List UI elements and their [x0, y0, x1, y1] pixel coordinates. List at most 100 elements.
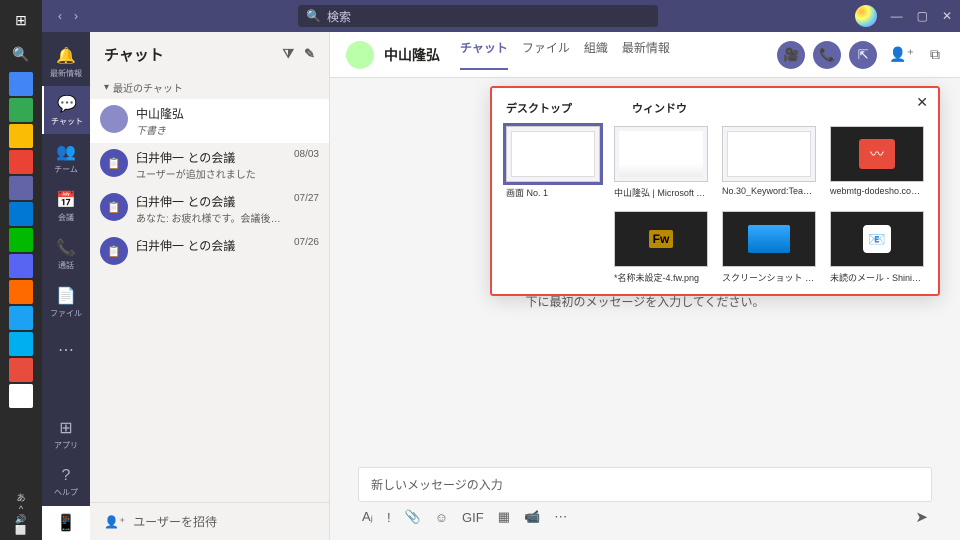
tab-files[interactable]: ファイル — [522, 39, 570, 70]
chevron-down-icon: ▾ — [104, 82, 109, 93]
teams-app: ‹ › 🔍 検索 — ▢ ✕ 🔔最新情報 💬チャット 👥チーム 📅会議 📞通話 … — [42, 0, 960, 540]
user-avatar[interactable] — [855, 5, 877, 27]
rail-chat[interactable]: 💬チャット — [42, 86, 90, 134]
taskbar-app[interactable] — [9, 228, 33, 252]
chat-icon: 💬 — [57, 94, 77, 114]
popup-close-button[interactable]: ✕ — [916, 94, 928, 111]
close-button[interactable]: ✕ — [942, 9, 952, 23]
compose-toolbar: Aⱼ ! 📎 ☺ GIF ▦ 📹 ⋯ ➤ — [358, 508, 932, 526]
share-tile-screen[interactable]: 画面 No. 1 — [506, 126, 600, 199]
apps-icon: ⊞ — [59, 418, 72, 438]
rail-activity[interactable]: 🔔最新情報 — [42, 38, 90, 86]
chat-list-title: チャット — [104, 44, 164, 65]
sticker-icon[interactable]: ▦ — [498, 509, 510, 525]
share-tile-window[interactable]: スクリーンショット (39).png - ... — [722, 211, 816, 284]
add-person-button[interactable]: 👤⁺ — [885, 46, 918, 63]
share-tile-window[interactable]: No.30_Keyword:Teams + ... — [722, 126, 816, 199]
screen-share-button[interactable]: ⇱ — [849, 41, 877, 69]
taskbar-app[interactable] — [9, 98, 33, 122]
gif-icon[interactable]: GIF — [462, 510, 484, 525]
taskbar-app[interactable] — [9, 306, 33, 330]
avatar: 📋 — [100, 193, 128, 221]
taskbar-app[interactable] — [9, 150, 33, 174]
chat-item[interactable]: 📋 臼井伸一 との会議 07/26 — [90, 231, 329, 271]
file-icon: 📄 — [56, 286, 76, 306]
search-box[interactable]: 🔍 検索 — [298, 5, 658, 27]
chat-item[interactable]: 📋 臼井伸一 との会議ユーザーが追加されました 08/03 — [90, 143, 329, 187]
share-tab-window[interactable]: ウィンドウ — [632, 100, 687, 116]
emoji-icon[interactable]: ☺ — [435, 510, 448, 525]
help-icon: ? — [62, 467, 71, 485]
popout-button[interactable]: ⧉ — [926, 46, 944, 63]
share-tile-window[interactable]: 中山隆弘 | Microsoft Tea... — [614, 126, 708, 199]
share-tile-window[interactable]: Fw *名称未設定-4.fw.png — [614, 211, 708, 284]
priority-icon[interactable]: ! — [387, 510, 391, 525]
compose-area: 新しいメッセージの入力 Aⱼ ! 📎 ☺ GIF ▦ 📹 ⋯ ➤ — [330, 457, 960, 540]
rail-calls[interactable]: 📞通話 — [42, 230, 90, 278]
chat-item[interactable]: 📋 臼井伸一 との会議あなた: お疲れ様です。会議後にファイルを共… 07/27 — [90, 187, 329, 231]
rail-calendar[interactable]: 📅会議 — [42, 182, 90, 230]
rail-files[interactable]: 📄ファイル — [42, 278, 90, 326]
rail-help[interactable]: ?ヘルプ — [42, 458, 90, 506]
search-icon: 🔍 — [306, 9, 321, 23]
attach-icon[interactable]: 📎 — [405, 509, 421, 525]
format-icon[interactable]: Aⱼ — [362, 509, 373, 525]
start-button[interactable]: ⊞ — [5, 4, 37, 36]
audio-call-button[interactable]: 📞 — [813, 41, 841, 69]
share-tile-window[interactable]: 〰 webmtg-dodesho.com - ... — [830, 126, 924, 199]
send-button[interactable]: ➤ — [915, 508, 928, 526]
chat-section-recent[interactable]: ▾最近のチャット — [90, 76, 329, 99]
device-icon: 📱 — [56, 513, 76, 533]
app-rail: 🔔最新情報 💬チャット 👥チーム 📅会議 📞通話 📄ファイル ⋯ ⊞アプリ ?ヘ… — [42, 32, 90, 540]
tab-activity[interactable]: 最新情報 — [622, 39, 670, 70]
taskbar-app[interactable] — [9, 280, 33, 304]
calendar-icon: 📅 — [56, 190, 76, 210]
contact-avatar[interactable] — [346, 41, 374, 69]
share-tile-window[interactable]: 📧 未読のメール - Shinichi Us... — [830, 211, 924, 284]
filter-icon[interactable]: ⧩ — [282, 46, 294, 62]
phone-icon: 📞 — [56, 238, 76, 258]
taskbar-app[interactable] — [9, 124, 33, 148]
chat-list-panel: チャット ⧩ ✎ ▾最近のチャット 中山隆弘下書き 📋 臼井伸一 との会議ユーザ… — [90, 32, 330, 540]
nav-back-icon[interactable]: ‹ — [58, 9, 62, 23]
share-tab-desktop[interactable]: デスクトップ — [506, 100, 572, 116]
rail-device[interactable]: 📱 — [42, 506, 90, 540]
share-grid: 画面 No. 1 中山隆弘 | Microsoft Tea... No.30_K… — [506, 126, 924, 284]
more-icon: ⋯ — [58, 340, 74, 360]
rail-teams[interactable]: 👥チーム — [42, 134, 90, 182]
meet-icon[interactable]: 📹 — [524, 509, 540, 525]
teams-icon: 👥 — [56, 142, 76, 162]
contact-name: 中山隆弘 — [384, 45, 440, 65]
invite-users[interactable]: 👤⁺ ユーザーを招待 — [90, 502, 329, 540]
taskbar-teams[interactable] — [9, 384, 33, 408]
search-placeholder: 検索 — [327, 8, 351, 25]
windows-taskbar: ⊞ 🔍 あ^🔊⬜ — [0, 0, 42, 540]
chat-main: 中山隆弘 チャット ファイル 組織 最新情報 🎥 📞 ⇱ 👤⁺ ⧉ 😎 🙂 — [330, 32, 960, 540]
taskbar-app[interactable] — [9, 176, 33, 200]
search-button[interactable]: 🔍 — [5, 38, 37, 70]
nav-forward-icon[interactable]: › — [74, 9, 78, 23]
bell-icon: 🔔 — [56, 46, 76, 66]
minimize-button[interactable]: — — [891, 9, 903, 23]
taskbar-app[interactable] — [9, 358, 33, 382]
taskbar-app[interactable] — [9, 254, 33, 278]
chat-item[interactable]: 中山隆弘下書き — [90, 99, 329, 143]
avatar: 📋 — [100, 237, 128, 265]
rail-apps[interactable]: ⊞アプリ — [42, 410, 90, 458]
avatar — [100, 105, 128, 133]
avatar: 📋 — [100, 149, 128, 177]
rail-more[interactable]: ⋯ — [42, 326, 90, 374]
taskbar-app[interactable] — [9, 332, 33, 356]
chat-list-header: チャット ⧩ ✎ — [90, 32, 329, 76]
video-call-button[interactable]: 🎥 — [777, 41, 805, 69]
tab-org[interactable]: 組織 — [584, 39, 608, 70]
compose-icon[interactable]: ✎ — [304, 46, 315, 62]
tab-chat[interactable]: チャット — [460, 39, 508, 70]
system-tray[interactable]: あ^🔊⬜ — [15, 487, 26, 540]
titlebar: ‹ › 🔍 検索 — ▢ ✕ — [42, 0, 960, 32]
taskbar-app[interactable] — [9, 202, 33, 226]
message-input[interactable]: 新しいメッセージの入力 — [358, 467, 932, 502]
taskbar-app[interactable] — [9, 72, 33, 96]
maximize-button[interactable]: ▢ — [917, 9, 928, 23]
more-compose-icon[interactable]: ⋯ — [554, 509, 567, 525]
